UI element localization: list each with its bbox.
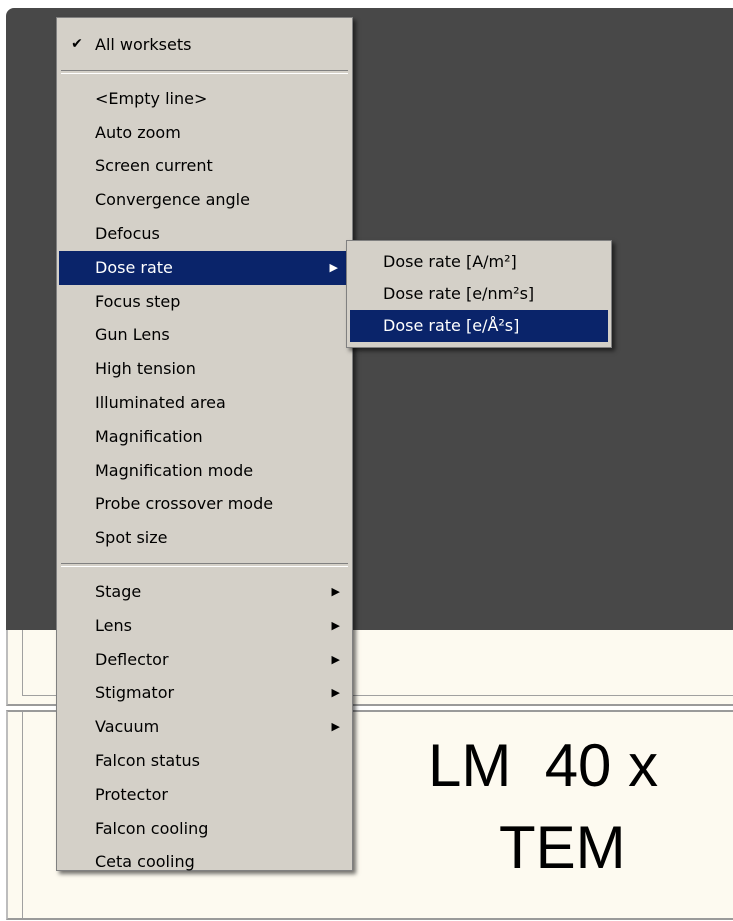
submenu-arrow-icon: ▶	[331, 686, 340, 700]
menu-item-magnification[interactable]: Magnification	[57, 420, 352, 454]
menu-item-label: Vacuum	[95, 717, 160, 737]
menu-item-label: Stigmator	[95, 683, 175, 703]
menu-item-dose-rate-e-s[interactable]: Dose rate [e/Å²s]	[350, 310, 608, 342]
menu-item-empty-line[interactable]: <Empty line>	[57, 82, 352, 116]
menu-item-vacuum[interactable]: Vacuum ▶	[57, 710, 352, 744]
menu-item-label: Stage	[95, 581, 142, 601]
menu-item-gun-lens[interactable]: Gun Lens	[57, 318, 352, 352]
menu-item-label: Defocus	[95, 223, 160, 243]
menu-item-magnification-mode[interactable]: Magnification mode	[57, 454, 352, 488]
menu-item-label: High tension	[95, 359, 196, 379]
menu-item-protector[interactable]: Protector	[57, 778, 352, 812]
menu-item-label: Dose rate [A/m²]	[383, 252, 517, 271]
menu-item-stage[interactable]: Stage ▶	[57, 575, 352, 609]
menu-item-illuminated-area[interactable]: Illuminated area	[57, 386, 352, 420]
menu-item-label: Deflector	[95, 649, 169, 669]
menu-item-label: Ceta cooling	[95, 852, 195, 872]
menu-item-label: Convergence angle	[95, 190, 250, 210]
menu-item-probe-crossover-mode[interactable]: Probe crossover mode	[57, 487, 352, 521]
menu-item-lens[interactable]: Lens ▶	[57, 609, 352, 643]
menu-item-label: Probe crossover mode	[95, 494, 274, 514]
context-menu: ✔ All worksets <Empty line> Auto zoom Scre…	[56, 17, 353, 871]
menu-item-label: Magnification	[95, 426, 203, 446]
submenu-arrow-icon: ▶	[331, 618, 340, 632]
menu-item-label: Dose rate	[95, 257, 173, 277]
magnification-readout: LM 40 x	[428, 732, 659, 799]
menu-item-falcon-status[interactable]: Falcon status	[57, 744, 352, 778]
checkmark-icon: ✔	[71, 36, 83, 52]
submenu-arrow-icon: ▶	[331, 720, 340, 734]
menu-item-screen-current[interactable]: Screen current	[57, 149, 352, 183]
menu-item-label: Falcon status	[95, 750, 200, 770]
menu-item-label: Magnification mode	[95, 460, 254, 480]
menu-item-stigmator[interactable]: Stigmator ▶	[57, 676, 352, 710]
menu-item-label: Dose rate [e/nm²s]	[383, 284, 535, 303]
menu-item-convergence-angle[interactable]: Convergence angle	[57, 183, 352, 217]
menu-item-auto-zoom[interactable]: Auto zoom	[57, 116, 352, 150]
mode-readout: TEM	[499, 814, 626, 881]
menu-item-label: Protector	[95, 784, 168, 804]
submenu-items: Stage ▶ Lens ▶ Deflector ▶ Stigmator ▶ Vacuum ▶ Fa…	[57, 575, 352, 879]
menu-item-high-tension[interactable]: High tension	[57, 352, 352, 386]
menu-item-label: All worksets	[95, 35, 192, 54]
menu-separator	[61, 562, 348, 567]
submenu-arrow-icon: ▶	[331, 652, 340, 666]
menu-item-label: Auto zoom	[95, 122, 181, 142]
menu-item-defocus[interactable]: Defocus	[57, 217, 352, 251]
menu-item-dose-rate[interactable]: Dose rate ▶	[59, 250, 350, 285]
menu-item-ceta-cooling[interactable]: Ceta cooling	[57, 845, 352, 879]
menu-item-label: Focus step	[95, 291, 181, 311]
menu-item-label: Lens	[95, 615, 132, 635]
menu-item-focus-step[interactable]: Focus step	[57, 285, 352, 319]
menu-item-deflector[interactable]: Deflector ▶	[57, 643, 352, 677]
submenu-arrow-icon: ▶	[329, 260, 338, 274]
menu-item-label: Dose rate [e/Å²s]	[383, 316, 520, 335]
menu-item-all-worksets[interactable]: ✔ All worksets	[57, 28, 352, 62]
menu-item-label: Gun Lens	[95, 325, 170, 345]
menu-item-dose-rate-e-nm-s[interactable]: Dose rate [e/nm²s]	[347, 278, 611, 310]
dose-rate-submenu: Dose rate [A/m²] Dose rate [e/nm²s] Dose r…	[346, 240, 612, 348]
menu-item-label: Spot size	[95, 528, 168, 548]
menu-item-label: Falcon cooling	[95, 818, 209, 838]
menu-item-spot-size[interactable]: Spot size	[57, 521, 352, 555]
menu-item-falcon-cooling[interactable]: Falcon cooling	[57, 812, 352, 846]
menu-item-dose-rate-a-m[interactable]: Dose rate [A/m²]	[347, 246, 611, 278]
parameter-items: <Empty line> Auto zoom Screen current Conve…	[57, 82, 352, 555]
menu-item-label: <Empty line>	[95, 88, 208, 108]
menu-item-label: Screen current	[95, 156, 213, 176]
menu-separator	[61, 69, 348, 74]
menu-item-label: Illuminated area	[95, 392, 226, 412]
submenu-arrow-icon: ▶	[331, 584, 340, 598]
